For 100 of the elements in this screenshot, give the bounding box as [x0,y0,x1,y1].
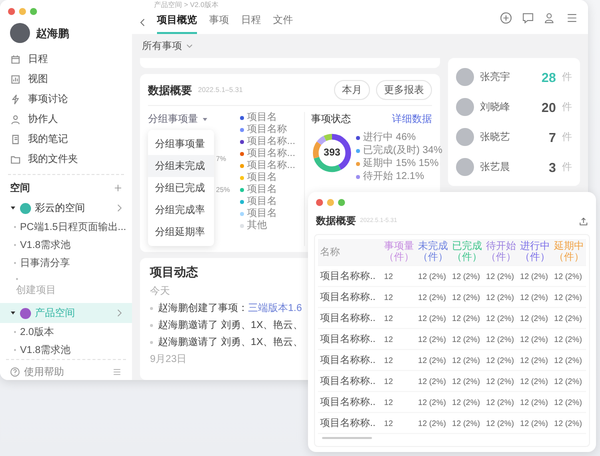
table-cell-text: 项目名称称.. [319,270,377,282]
table-cell-text: 12 (2%) [553,376,584,386]
table-cell-text: 12 [383,376,394,386]
table-cell-text: 12 (2%) [553,396,584,408]
activity-text: 赵海鹏创建了事项：三端版本1.6 [158,302,302,315]
caret-icon[interactable] [10,205,16,211]
table-cell-text: 12 (2%) [519,334,550,344]
unit-label: 件 [562,101,572,114]
caret-icon[interactable] [10,310,16,316]
section-title: 事项状态 [311,112,351,126]
legend-label: 项目名称... [247,136,296,147]
legend-label: 项目名 [247,112,277,123]
legend-label: 项目名 [247,196,277,207]
menu-item[interactable]: 分组已完成 [148,177,214,199]
legend-label: 项目名称... [247,160,296,171]
menu-icon[interactable] [566,12,578,24]
table-cell-text: 12 (2%) [417,418,448,428]
menu-item[interactable]: 分组未完成 [148,155,214,177]
table-cell-text: 12 (2%) [519,292,550,302]
card-title: 项目动态 [150,264,198,281]
tree-item[interactable]: 彩云的空间 [0,198,132,218]
tree-item[interactable]: 2.0版本 [6,323,54,341]
table-cell-text: 12 (2%) [451,354,482,366]
table-cell-text: 12 [383,270,394,282]
table-cell-text: 12 (2%) [451,376,482,386]
tab[interactable]: 事项 [209,10,229,34]
help-icon [10,367,20,377]
caret-down-icon [186,44,193,48]
table-cell-text: 12 (2%) [553,354,584,366]
table-cell-text: 12 (2%) [451,418,482,428]
chat-icon[interactable] [522,12,534,24]
table-cell-text: 12 (2%) [553,334,584,344]
date-label: 9月23日 [150,353,187,366]
bullet-icon [150,324,153,326]
unit-label: 件 [562,161,572,174]
sidebar-item[interactable]: 日程 [6,49,126,69]
close-button[interactable] [8,8,15,15]
filter-dropdown[interactable]: 所有事项 [132,34,203,58]
table-cell-text: 12 (2%) [519,376,550,386]
sidebar-item[interactable]: 我的笔记 [6,129,126,149]
back-icon[interactable] [140,18,145,26]
legend-label: 项目名 [247,172,277,183]
legend-label: 已完成(及时) 34% [363,145,442,156]
table-cell-text: 项目名称称.. [319,354,377,366]
tree-item[interactable]: V1.8需求池 [6,341,71,359]
person-name: 刘晓峰 [480,100,511,114]
table-cell-text: 12 (2%) [417,334,448,344]
column-header: 进行中（件） [519,241,551,263]
unit-label: 件 [562,131,572,144]
tab[interactable]: 文件 [273,10,293,34]
avatar[interactable] [10,23,30,43]
legend-label: 待开始 12.1% [363,171,424,182]
close-button[interactable] [316,199,323,206]
table-cell-text: 12 (2%) [451,334,482,344]
bullet-icon [150,306,153,310]
details-link[interactable]: 详细数据 [392,112,432,126]
table-cell-text: 项目名称称.. [319,376,377,386]
people-icon[interactable] [544,12,556,24]
total-count: 393 [324,148,340,158]
export-icon[interactable] [579,216,588,226]
item-link[interactable]: 三端版本1.6 [248,303,302,314]
report-button[interactable]: 更多报表 [376,80,432,100]
sidebar-item[interactable]: 我的文件夹 [6,149,126,169]
person-icon [10,114,21,124]
menu-item[interactable]: 分组事项量 [148,133,214,155]
table-cell-text: 12 (2%) [553,270,584,282]
sidebar-item[interactable]: 事项讨论 [6,89,126,109]
tree-item[interactable]: 日事清分享 [6,254,70,272]
tab[interactable]: 项目概览 [157,10,197,34]
tree-item[interactable]: PC端1.5日程页面输出... [6,218,126,236]
group-select[interactable]: 分组事项量 [148,112,208,126]
column-header: 名称 [319,246,341,258]
count-value: 20 [542,100,556,114]
column-header: 未完成（件） [417,241,449,263]
add-icon[interactable] [500,12,512,24]
table-cell-text: 项目名称称.. [319,334,377,344]
table-cell-text: 12 (2%) [519,418,550,428]
sidebar-item[interactable]: 协作人 [6,109,126,129]
help-link[interactable]: 使用帮助 [10,365,64,379]
report-button[interactable]: 本月 [334,80,370,100]
card-title: 数据概要 [148,84,192,98]
table-cell-text: 项目名称称.. [319,312,377,324]
calendar-icon [10,54,21,64]
table-cell-text: 12 (2%) [485,396,516,408]
menu-item[interactable]: 分组延期率 [148,221,214,243]
scrollbar[interactable] [322,437,372,439]
sidebar-item[interactable]: 视图 [6,69,126,89]
bullet-icon [150,340,153,344]
avatar [456,98,474,116]
menu-item[interactable]: 分组完成率 [148,199,214,221]
activity-text: 赵海鹏邀请了 刘勇、1X、艳云、 [158,336,304,349]
date-label: 今天 [150,285,170,298]
tree-item[interactable]: V1.8需求池 [6,236,71,254]
table-cell-text: 12 (2%) [451,312,482,324]
chevron-right-icon [117,309,122,317]
donut-chart-drawing [311,132,353,174]
folder-icon [10,154,21,164]
tab[interactable]: 日程 [241,10,261,34]
table-cell-text: 12 (2%) [485,334,516,344]
person-name: 张艺晨 [480,160,511,174]
